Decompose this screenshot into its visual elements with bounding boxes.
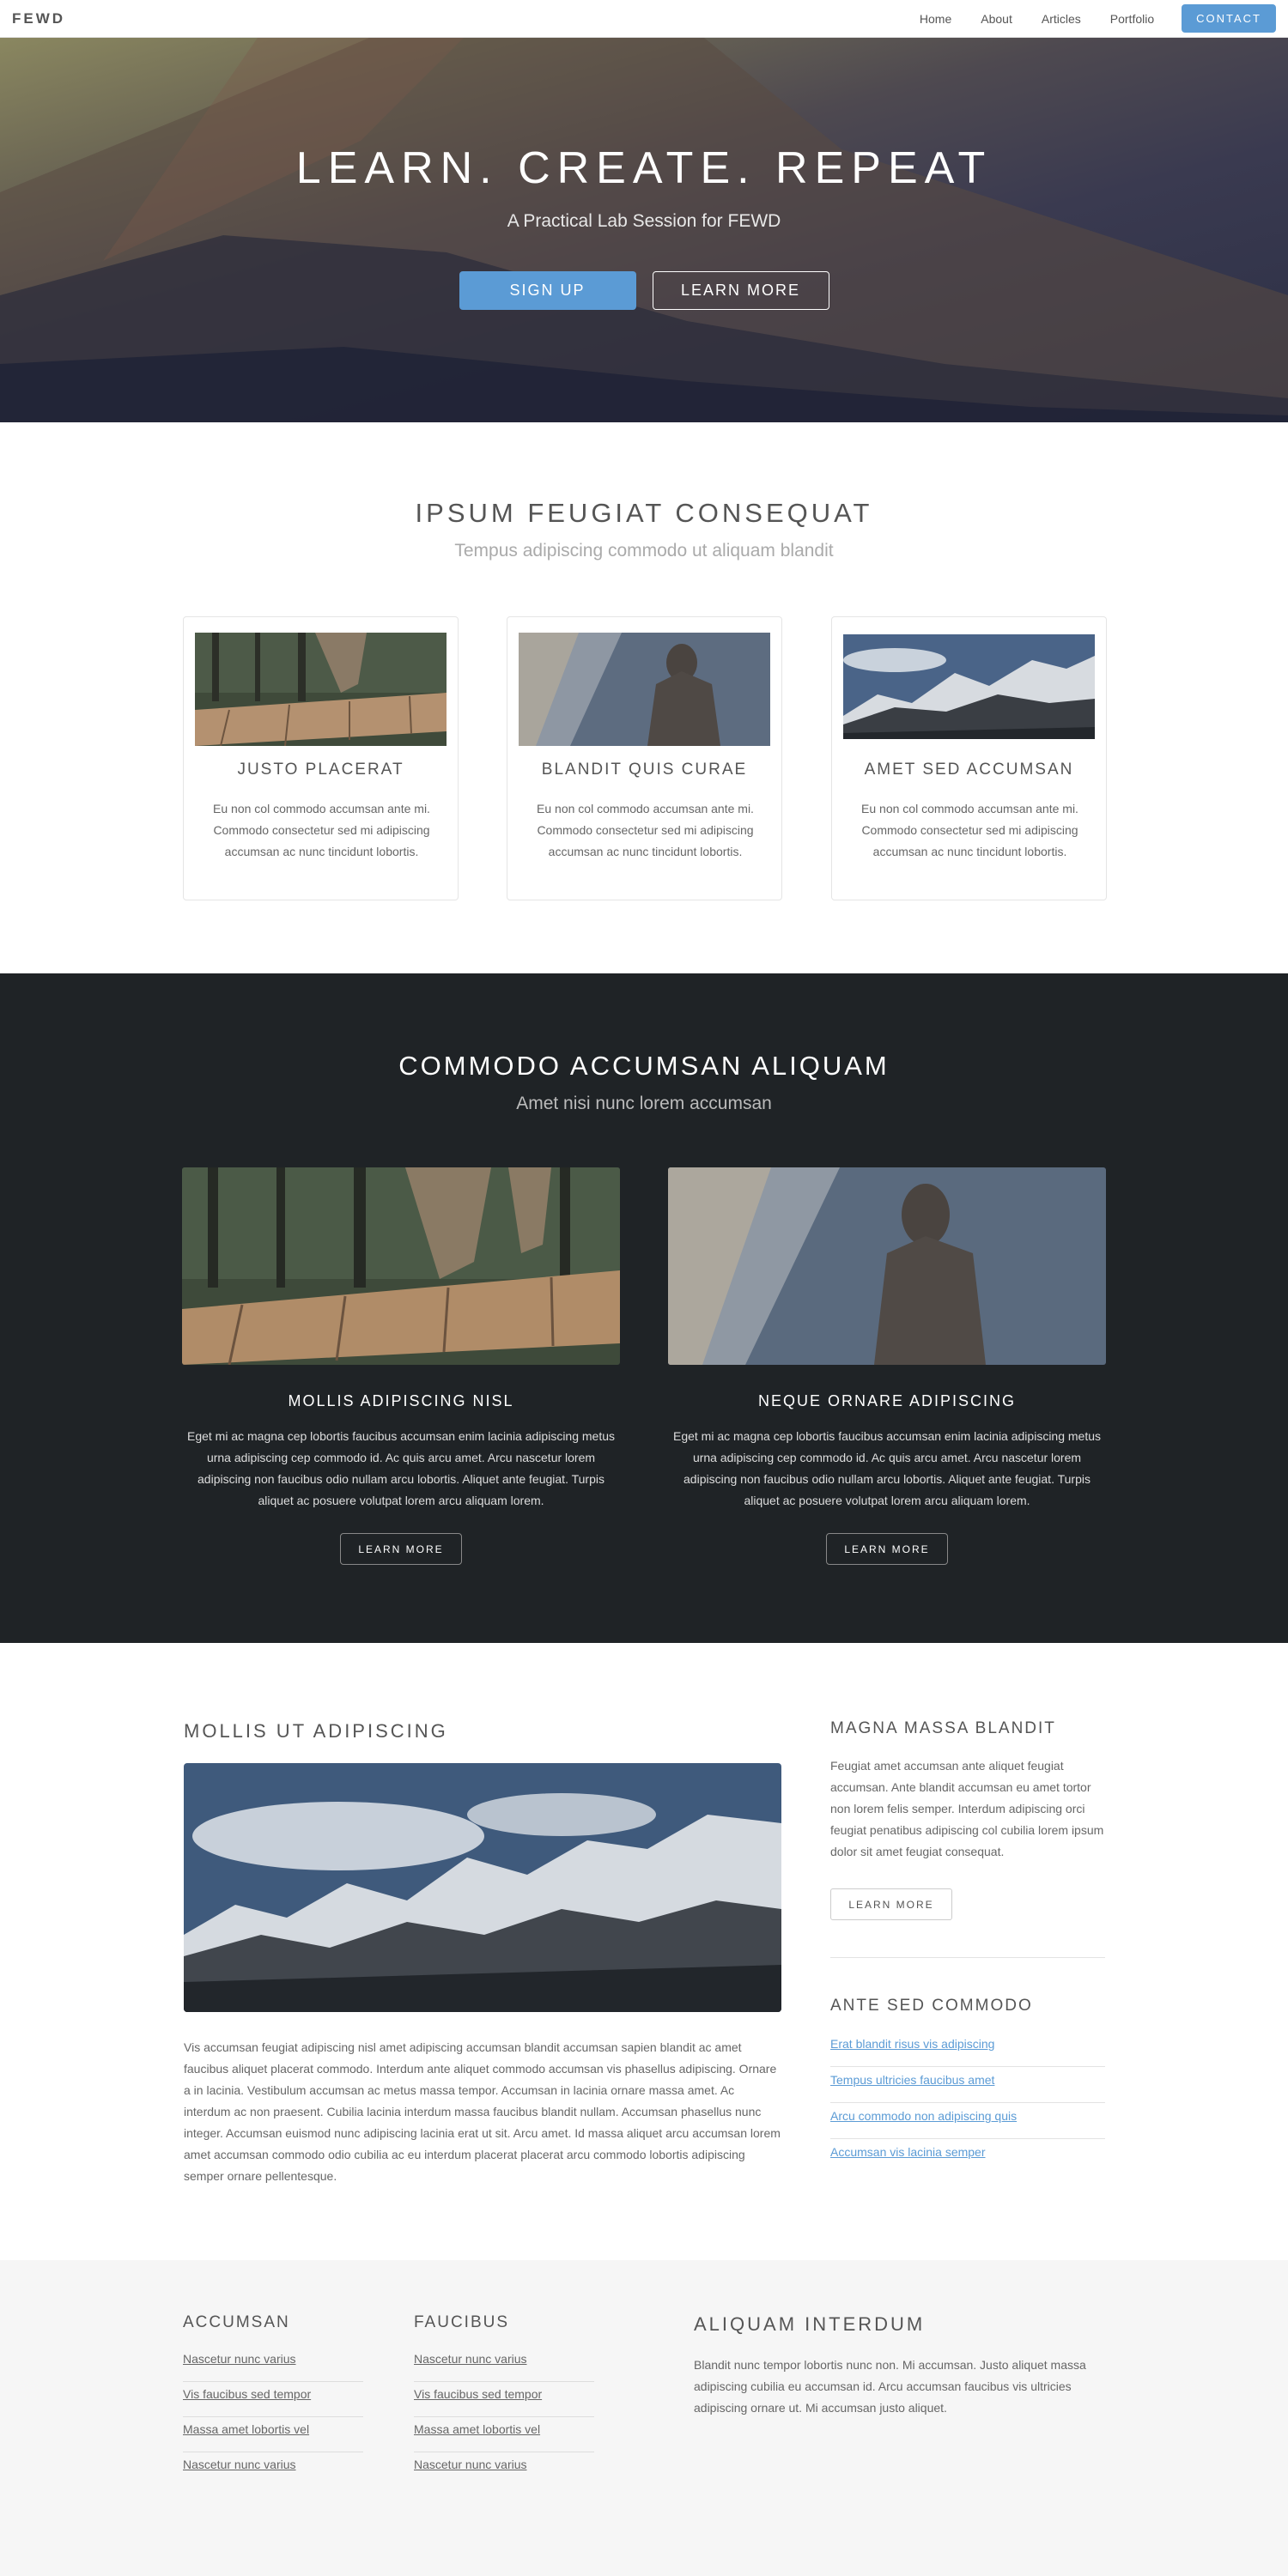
hero-banner: LEARN. CREATE. REPEAT A Practical Lab Se… [0, 38, 1288, 422]
footer-link[interactable]: Vis faucibus sed tempor [183, 2383, 363, 2417]
hero-learn-more-button[interactable]: LEARN MORE [652, 271, 829, 310]
nav-link-articles[interactable]: Articles [1042, 12, 1081, 26]
footer-link[interactable]: Nascetur nunc varius [183, 2453, 363, 2488]
feature-card: AMET SED ACCUMSAN Eu non col commodo acc… [831, 616, 1107, 900]
divider [830, 1957, 1105, 1958]
sidebar-learn-more-button[interactable]: LEARN MORE [830, 1888, 952, 1920]
boardwalk-photo [182, 1167, 620, 1365]
footer-link[interactable]: Vis faucibus sed tempor [414, 2383, 594, 2417]
brand-logo[interactable]: FEWD [12, 10, 65, 27]
feature-card: JUSTO PLACERAT Eu non col commodo accums… [183, 616, 459, 900]
mountains-photo [184, 1763, 781, 2012]
footer: ACCUMSAN Nascetur nunc varius Vis faucib… [0, 2260, 1288, 2576]
dark-column-text: Eget mi ac magna cep lobortis faucibus a… [672, 1429, 1102, 1507]
nav-link-home[interactable]: Home [920, 12, 951, 26]
footer-link[interactable]: Nascetur nunc varius [414, 2453, 594, 2488]
boardwalk-photo [195, 633, 447, 746]
sidebar-text: Feugiat amet accumsan ante aliquet feugi… [830, 1759, 1104, 1858]
card-title: JUSTO PLACERAT [237, 761, 404, 779]
sidebar-link[interactable]: Accumsan vis lacinia semper [830, 2141, 1105, 2175]
footer-link[interactable]: Nascetur nunc varius [414, 2348, 594, 2382]
learn-more-button[interactable]: LEARN MORE [340, 1533, 462, 1565]
sign-up-button[interactable]: SIGN UP [459, 271, 636, 310]
dark-column: NEQUE ORNARE ADIPISCING Eget mi ac magna… [668, 1167, 1106, 1565]
hooded-person-photo [668, 1167, 1106, 1365]
top-nav: FEWD Home About Articles Portfolio CONTA… [0, 0, 1288, 38]
dark-section-title: COMMODO ACCUMSAN ALIQUAM [398, 1051, 890, 1081]
nav-link-about[interactable]: About [981, 12, 1012, 26]
card-title: BLANDIT QUIS CURAE [541, 761, 748, 779]
feature-card: BLANDIT QUIS CURAE Eu non col commodo ac… [507, 616, 782, 900]
features-title: IPSUM FEUGIAT CONSEQUAT [415, 498, 873, 528]
dark-section: COMMODO ACCUMSAN ALIQUAM Amet nisi nunc … [0, 973, 1288, 1643]
sidebar-link[interactable]: Arcu commodo non adipiscing quis [830, 2105, 1105, 2139]
hero-buttons: SIGN UP LEARN MORE [0, 271, 1288, 310]
footer-link[interactable]: Massa amet lobortis vel [414, 2418, 594, 2452]
dark-column: MOLLIS ADIPISCING NISL Eget mi ac magna … [182, 1167, 620, 1565]
footer-links: Nascetur nunc varius Vis faucibus sed te… [183, 2348, 363, 2488]
article-text: Vis accumsan feugiat adipiscing nisl ame… [184, 2040, 781, 2183]
footer-link[interactable]: Massa amet lobortis vel [183, 2418, 363, 2452]
hero-subtitle: A Practical Lab Session for FEWD [507, 211, 781, 231]
nav-links: Home About Articles Portfolio CONTACT [890, 4, 1276, 33]
article-title: MOLLIS UT ADIPISCING [184, 1720, 448, 1742]
footer-col-title: FAUCIBUS [414, 2313, 510, 2331]
features-subtitle: Tempus adipiscing commodo ut aliquam bla… [454, 541, 834, 561]
card-title: AMET SED ACCUMSAN [864, 761, 1074, 779]
hooded-person-photo [519, 633, 770, 746]
mountains-photo [843, 634, 1095, 739]
sidebar-link[interactable]: Erat blandit risus vis adipiscing [830, 2033, 1105, 2067]
sidebar-links: Erat blandit risus vis adipiscing Tempus… [830, 2033, 1105, 2177]
card-text: Eu non col commodo accumsan ante mi. Com… [861, 802, 1078, 858]
sidebar-link[interactable]: Tempus ultricies faucibus amet [830, 2069, 1105, 2103]
footer-about-title: ALIQUAM INTERDUM [694, 2313, 926, 2335]
hero-title: LEARN. CREATE. REPEAT [295, 143, 993, 193]
learn-more-button[interactable]: LEARN MORE [826, 1533, 948, 1565]
sidebar-title: MAGNA MASSA BLANDIT [830, 1719, 1056, 1737]
dark-section-subtitle: Amet nisi nunc lorem accumsan [516, 1094, 772, 1113]
dark-column-title: MOLLIS ADIPISCING NISL [288, 1392, 514, 1409]
contact-button[interactable]: CONTACT [1182, 4, 1276, 33]
footer-about-text: Blandit nunc tempor lobortis nunc non. M… [694, 2358, 1086, 2415]
footer-link[interactable]: Nascetur nunc varius [183, 2348, 363, 2382]
card-text: Eu non col commodo accumsan ante mi. Com… [213, 802, 430, 858]
footer-links: Nascetur nunc varius Vis faucibus sed te… [414, 2348, 594, 2488]
nav-link-portfolio[interactable]: Portfolio [1110, 12, 1154, 26]
dark-column-title: NEQUE ORNARE ADIPISCING [757, 1392, 1017, 1409]
dark-column-text: Eget mi ac magna cep lobortis faucibus a… [186, 1429, 616, 1507]
card-text: Eu non col commodo accumsan ante mi. Com… [537, 802, 754, 858]
footer-col-title: ACCUMSAN [183, 2313, 290, 2331]
sidebar-links-title: ANTE SED COMMODO [830, 1997, 1033, 2015]
